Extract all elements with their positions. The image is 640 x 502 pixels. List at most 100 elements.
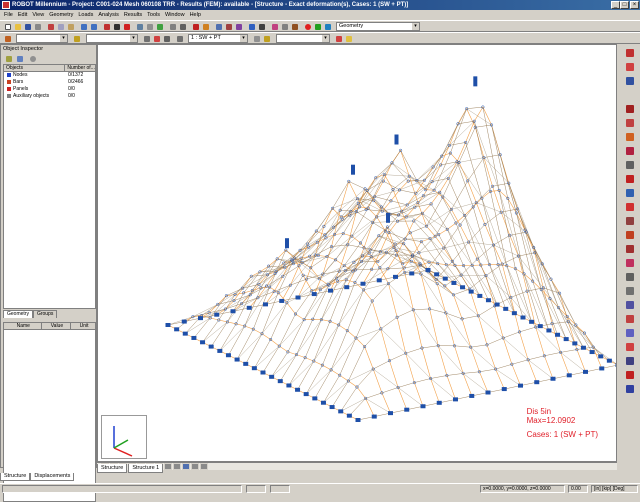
tree-row-auxiliary[interactable]: Auxiliary objects 0/0 — [4, 93, 95, 100]
materials-tool-icon[interactable] — [625, 132, 635, 142]
object-tree[interactable]: Objects Number of... Nodes 0/1372 Bars 0… — [3, 64, 96, 309]
structure-tree-icon[interactable] — [15, 54, 24, 63]
menu-view[interactable]: View — [32, 12, 44, 18]
tree-row-panels[interactable]: Panels 0/0 — [4, 86, 95, 93]
col-number[interactable]: Number of... — [65, 65, 95, 71]
render-shaded-icon[interactable] — [191, 463, 199, 470]
tree-row-bars[interactable]: Bars 0/2466 — [4, 79, 95, 86]
cables-tool-icon[interactable] — [625, 174, 635, 184]
notes-tool-icon[interactable] — [625, 370, 635, 380]
combinations-tool-icon[interactable] — [625, 244, 635, 254]
calculator-icon[interactable] — [102, 22, 111, 31]
help-icon[interactable] — [247, 22, 256, 31]
tree-row-nodes[interactable]: Nodes 0/1372 — [4, 72, 95, 79]
displacements-tool-icon[interactable] — [625, 328, 635, 338]
cut-icon[interactable] — [46, 22, 55, 31]
rotate-icon[interactable] — [173, 463, 181, 470]
diagrams-tool-icon[interactable] — [625, 258, 635, 268]
view-tab-structure-1[interactable]: Structure 1 — [128, 464, 163, 473]
filter-icon[interactable] — [72, 34, 81, 43]
nodes-filter-icon[interactable] — [142, 34, 151, 43]
col-name[interactable]: Name — [4, 323, 42, 329]
select-icon[interactable] — [112, 22, 121, 31]
play-icon[interactable] — [313, 22, 322, 31]
tab-groups[interactable]: Groups — [33, 310, 57, 318]
paste-icon[interactable] — [66, 22, 75, 31]
menu-results[interactable]: Results — [124, 12, 142, 18]
menu-edit[interactable]: Edit — [18, 12, 27, 18]
properties-tool-icon[interactable] — [625, 384, 635, 394]
meshing-tool-icon[interactable] — [625, 216, 635, 226]
panels-filter-icon[interactable] — [162, 34, 171, 43]
menu-tools[interactable]: Tools — [147, 12, 160, 18]
menu-loads[interactable]: Loads — [78, 12, 93, 18]
menu-geometry[interactable]: Geometry — [49, 12, 73, 18]
col-objects[interactable]: Objects — [4, 65, 65, 71]
view-tab-structure[interactable]: Structure — [97, 464, 127, 473]
view-3d-icon[interactable] — [135, 22, 144, 31]
tables-tool-icon[interactable] — [625, 356, 635, 366]
maximize-button[interactable]: □ — [620, 1, 629, 9]
menu-analysis[interactable]: Analysis — [98, 12, 118, 18]
tab-geometry[interactable]: Geometry — [3, 310, 33, 318]
pan-icon[interactable] — [164, 463, 172, 470]
bars-filter-icon[interactable] — [152, 34, 161, 43]
next-case-icon[interactable] — [262, 34, 271, 43]
bars-tool-icon[interactable] — [625, 76, 635, 86]
grid-icon[interactable] — [178, 22, 187, 31]
layout-tab-structure[interactable]: Structure — [0, 473, 30, 481]
col-value[interactable]: Value — [42, 323, 72, 329]
case-combo[interactable]: 1 : SW + PT — [188, 34, 248, 43]
selection-combo-1[interactable] — [16, 34, 68, 43]
structure-view[interactable]: Dis 5in Max=12.0902 Cases: 1 (SW + PT) — [97, 44, 617, 462]
section-icon[interactable] — [234, 22, 243, 31]
close-button[interactable]: × — [630, 1, 639, 9]
menu-window[interactable]: Window — [165, 12, 185, 18]
layout-combo[interactable]: Geometry — [336, 22, 420, 31]
context-help-icon[interactable] — [257, 22, 266, 31]
layout-tab-displacements[interactable]: Displacements — [30, 473, 74, 481]
analysis-icon[interactable] — [191, 22, 200, 31]
undo-icon[interactable] — [79, 22, 88, 31]
menu-file[interactable]: File — [4, 12, 13, 18]
minimize-button[interactable]: _ — [611, 1, 620, 9]
stresses-tool-icon[interactable] — [625, 300, 635, 310]
thickness-tool-icon[interactable] — [625, 202, 635, 212]
redraw-icon[interactable] — [182, 463, 190, 470]
search-icon[interactable] — [28, 54, 37, 63]
open-icon[interactable] — [13, 22, 22, 31]
render-icon[interactable] — [344, 34, 353, 43]
supports-tool-icon[interactable] — [625, 104, 635, 114]
sections-tool-icon[interactable] — [625, 118, 635, 128]
hammer-icon[interactable] — [290, 22, 299, 31]
axis-icon[interactable] — [3, 34, 12, 43]
menu-help[interactable]: Help — [190, 12, 201, 18]
display-icon[interactable] — [155, 22, 164, 31]
redo-icon[interactable] — [89, 22, 98, 31]
palette-icon[interactable] — [334, 34, 343, 43]
structure-type-icon[interactable] — [625, 48, 635, 58]
wrench-icon[interactable] — [280, 22, 289, 31]
design-icon[interactable] — [224, 22, 233, 31]
filter-tree-icon[interactable] — [4, 54, 13, 63]
print-icon[interactable] — [33, 22, 42, 31]
previous-case-icon[interactable] — [252, 34, 261, 43]
results-icon[interactable] — [201, 22, 210, 31]
releases-tool-icon[interactable] — [625, 146, 635, 156]
table-icon[interactable] — [168, 22, 177, 31]
new-icon[interactable] — [3, 22, 12, 31]
forces-tool-icon[interactable] — [625, 342, 635, 352]
app-icon[interactable] — [2, 1, 10, 9]
selection-combo-2[interactable] — [86, 34, 138, 43]
nodes-tool-icon[interactable] — [625, 62, 635, 72]
zoom-icon[interactable] — [145, 22, 154, 31]
maps-tool-icon[interactable] — [625, 272, 635, 282]
cases-icon[interactable] — [175, 34, 184, 43]
reactions-tool-icon[interactable] — [625, 314, 635, 324]
paint-icon[interactable] — [270, 22, 279, 31]
stop-icon[interactable] — [303, 22, 312, 31]
copy-icon[interactable] — [56, 22, 65, 31]
save-icon[interactable] — [23, 22, 32, 31]
export-icon[interactable] — [323, 22, 332, 31]
panels-tool-icon[interactable] — [625, 188, 635, 198]
